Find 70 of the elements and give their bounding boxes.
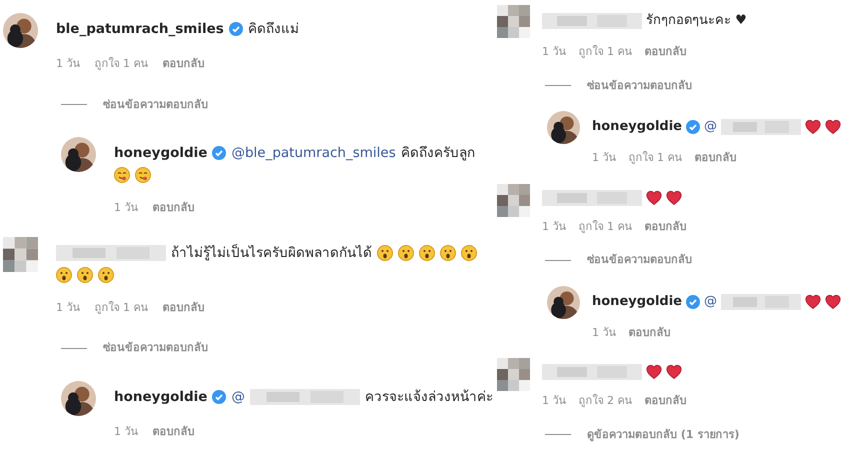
heart-icon — [646, 364, 662, 380]
username[interactable]: ble_patumrach_smiles — [56, 19, 224, 39]
toggle-replies-link[interactable]: ซ่อนข้อความตอบกลับ — [103, 340, 208, 356]
comment-time: 1 วัน — [542, 218, 566, 234]
username[interactable]: honeygoldie — [114, 386, 208, 406]
comment-time: 1 วัน — [592, 150, 616, 166]
reply-link[interactable]: ตอบกลับ — [152, 200, 194, 216]
mention-link[interactable]: @ — [704, 117, 718, 137]
pixelated-avatar — [497, 5, 530, 38]
like-count[interactable]: ถูกใจ 1 คน — [94, 56, 148, 72]
comment-time: 1 วัน — [542, 44, 566, 60]
reply-link[interactable]: ตอบกลับ — [644, 218, 686, 235]
avatar — [547, 286, 580, 318]
surprised-face-icon — [461, 244, 477, 260]
pixelated-avatar — [3, 236, 38, 272]
comment-time: 1 วัน — [56, 56, 80, 72]
like-count[interactable]: ถูกใจ 1 คน — [628, 150, 682, 166]
avatar — [61, 380, 96, 416]
surprised-face-icon — [377, 244, 393, 260]
reply-link[interactable]: ตอบกลับ — [162, 300, 204, 316]
comment-time: 1 วัน — [114, 200, 138, 216]
avatar — [61, 137, 96, 172]
surprised-face-icon — [440, 244, 456, 260]
reply-link[interactable]: ตอบกลับ — [152, 424, 194, 440]
comment-text: คิดถึงแม่ — [248, 20, 299, 39]
savoring-face-icon — [135, 167, 151, 183]
username[interactable]: honeygoldie — [114, 143, 208, 163]
toggle-replies-link[interactable]: ซ่อนข้อความตอบกลับ — [587, 78, 692, 94]
like-count[interactable]: ถูกใจ 2 คน — [578, 393, 632, 410]
mention-link[interactable]: @ — [704, 292, 718, 312]
comment-text: ควรจะแจ้งล่วงหน้าค่ะ — [364, 388, 493, 406]
comment-time: 1 วัน — [542, 393, 566, 409]
savoring-face-icon — [114, 167, 130, 183]
pixelated-avatar — [497, 184, 530, 216]
like-count[interactable]: ถูกใจ 1 คน — [578, 44, 632, 60]
toggle-replies-link[interactable]: ซ่อนข้อความตอบกลับ — [587, 252, 692, 268]
comment-time: 1 วัน — [592, 324, 616, 340]
heart-icon — [666, 364, 682, 380]
comment-text: ถ้าไม่รู้ไม่เป็นไรครับผิดพลาดกันได้ — [171, 243, 372, 262]
pixelated-avatar — [497, 358, 530, 391]
reply-link[interactable]: ตอบกลับ — [628, 324, 670, 341]
surprised-face-icon — [56, 266, 72, 282]
surprised-face-icon — [98, 266, 114, 282]
mention-link[interactable]: @ble_patumrach_smiles — [231, 143, 396, 163]
reply-link[interactable]: ตอบกลับ — [162, 56, 204, 72]
username[interactable]: honeygoldie — [592, 117, 682, 137]
surprised-face-icon — [398, 244, 414, 260]
like-count[interactable]: ถูกใจ 1 คน — [94, 300, 148, 316]
reply-link[interactable]: ตอบกลับ — [644, 44, 686, 60]
comment-text: รักๆกอดๆนะคะ ♥ — [646, 12, 747, 30]
heart-icon — [805, 119, 822, 135]
surprised-face-icon — [77, 266, 93, 282]
heart-icon — [805, 294, 822, 310]
heart-icon — [825, 119, 842, 135]
avatar — [3, 13, 38, 48]
toggle-replies-link[interactable]: ซ่อนข้อความตอบกลับ — [103, 96, 208, 113]
reply-link[interactable]: ตอบกลับ — [644, 393, 686, 410]
username[interactable]: honeygoldie — [592, 292, 682, 312]
heart-icon — [825, 294, 842, 310]
comment-text: คิดถึงครับลูก — [400, 144, 475, 163]
mention-link[interactable]: @ — [231, 386, 245, 406]
comment-time: 1 วัน — [114, 424, 138, 440]
like-count[interactable]: ถูกใจ 1 คน — [578, 218, 632, 235]
heart-icon — [646, 190, 662, 206]
surprised-face-icon — [419, 244, 435, 260]
reply-link[interactable]: ตอบกลับ — [694, 150, 736, 166]
comment-time: 1 วัน — [56, 300, 80, 316]
avatar — [547, 111, 580, 144]
heart-icon — [666, 190, 682, 206]
toggle-replies-link[interactable]: ดูข้อความตอบกลับ (1 รายการ) — [587, 426, 740, 443]
